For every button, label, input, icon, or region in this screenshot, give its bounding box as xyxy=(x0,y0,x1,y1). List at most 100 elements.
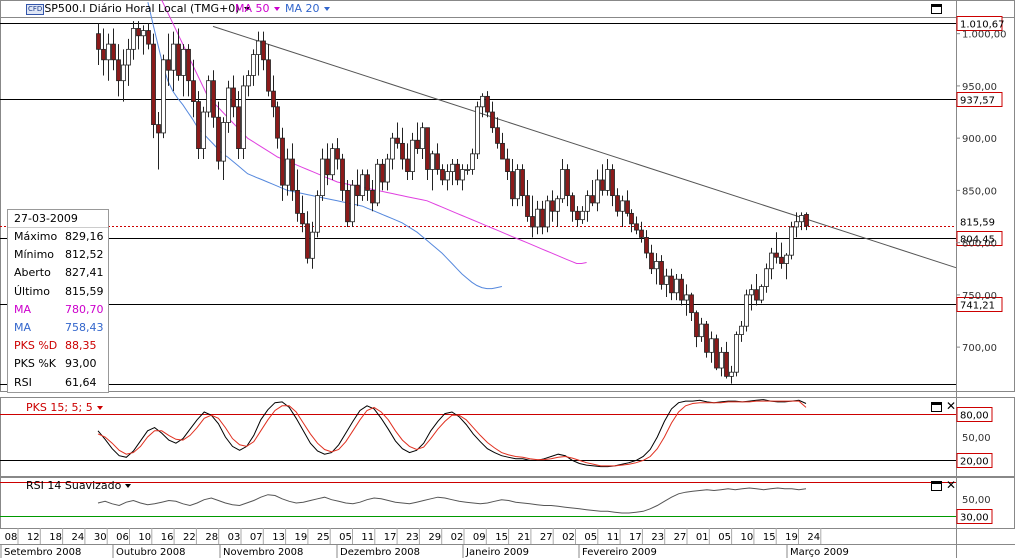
candle-body xyxy=(430,153,435,170)
maximize-rsi-panel-icon[interactable] xyxy=(931,481,942,491)
candle xyxy=(425,127,430,180)
candle xyxy=(206,75,211,118)
info-row: Mínimo 812,52 xyxy=(8,246,108,264)
candle-body xyxy=(171,43,176,71)
info-row-label: Aberto xyxy=(14,266,51,280)
candle xyxy=(580,206,585,224)
candle-body xyxy=(500,142,505,160)
candle-body xyxy=(390,137,395,160)
candle-body xyxy=(475,106,480,155)
pks-level-label: 20,00 xyxy=(960,457,989,468)
x-tick-label: 25 xyxy=(317,532,330,543)
candle xyxy=(415,122,420,154)
candle-body xyxy=(560,169,565,200)
candle xyxy=(545,195,550,233)
candle xyxy=(310,221,315,269)
info-row-label: RSI xyxy=(14,375,32,389)
info-row-label: Mínimo xyxy=(14,248,55,262)
candle-body xyxy=(201,111,206,150)
instrument-selector[interactable]: CFD SP500.I Diário Horal Local (TMG+0) xyxy=(26,2,250,16)
ma20-label: MA 20 xyxy=(285,2,320,15)
x-tick-label: 02 xyxy=(451,532,464,543)
y-tick-label: 950,00 xyxy=(962,82,997,93)
candle-body xyxy=(460,169,465,181)
candle xyxy=(694,310,699,348)
close-pks-panel-icon[interactable]: ✕ xyxy=(946,400,956,412)
candle-body xyxy=(320,158,325,197)
x-tick-label: 05 xyxy=(584,532,597,543)
ma20-selector[interactable]: MA 20 xyxy=(285,2,330,16)
candle xyxy=(460,164,465,191)
info-row: RSI 61,64 xyxy=(8,374,108,392)
candle-body xyxy=(734,334,739,373)
candle-body xyxy=(684,294,689,301)
candle-body xyxy=(689,294,694,314)
candle-body xyxy=(300,212,305,225)
x-tick-label: 24 xyxy=(807,532,820,543)
x-tick-label: 30 xyxy=(94,532,107,543)
x-tick-label: 19 xyxy=(295,532,308,543)
candle-body xyxy=(719,351,724,369)
candle-body xyxy=(400,142,405,160)
candle-body xyxy=(375,163,380,204)
candle xyxy=(450,159,455,186)
x-tick-label: 19 xyxy=(785,532,798,543)
candle-body xyxy=(330,148,335,176)
candle-body xyxy=(340,158,345,191)
maximize-price-panel-icon[interactable] xyxy=(931,4,942,14)
candle xyxy=(515,164,520,207)
x-tick-label: 27 xyxy=(674,532,687,543)
pks-selector[interactable]: PKS 15; 5; 5 xyxy=(26,401,103,414)
candle-body xyxy=(465,169,470,171)
candle xyxy=(395,122,400,149)
close-rsi-panel-icon[interactable]: ✕ xyxy=(946,479,956,491)
y-tick-label: 800,00 xyxy=(962,239,997,250)
x-tick-label: 09 xyxy=(473,532,486,543)
candle xyxy=(445,164,450,191)
candle xyxy=(275,101,280,149)
x-tick-label: 06 xyxy=(116,532,129,543)
candle-body xyxy=(639,229,644,238)
candle xyxy=(620,195,625,227)
candle xyxy=(141,25,146,55)
candle xyxy=(550,190,555,222)
candle xyxy=(659,255,664,290)
candle xyxy=(171,31,176,92)
candle-body xyxy=(261,40,266,61)
candle-body xyxy=(525,195,530,217)
x-tick-label: 15 xyxy=(763,532,776,543)
candle-body xyxy=(634,223,639,231)
maximize-pks-panel-icon[interactable] xyxy=(931,402,942,412)
stock-chart[interactable]: 1.010,67937,57804,45741,21815,5980,0020,… xyxy=(0,0,1015,558)
candle xyxy=(679,273,684,306)
candle-body xyxy=(271,90,276,108)
rsi-selector[interactable]: RSI 14 Suavizado xyxy=(26,479,132,492)
candle-body xyxy=(290,158,295,191)
rsi-y-tick-label: 50,00 xyxy=(962,495,991,506)
candle xyxy=(236,91,241,160)
candle-body xyxy=(510,171,515,200)
candle xyxy=(176,28,181,81)
candle-body xyxy=(540,208,545,228)
candles xyxy=(96,21,809,384)
candle xyxy=(410,132,415,180)
x-tick-label: 08 xyxy=(5,532,18,543)
candle xyxy=(764,263,769,293)
info-row-label: PKS %D xyxy=(14,339,58,353)
candle-body xyxy=(191,80,196,102)
candle xyxy=(699,317,704,342)
candle-body xyxy=(729,371,734,377)
candle-body xyxy=(644,237,649,254)
x-tick-label: 23 xyxy=(406,532,419,543)
candle xyxy=(161,54,166,139)
candle xyxy=(649,244,654,274)
candle xyxy=(350,179,355,227)
candle xyxy=(774,232,779,264)
candle-body xyxy=(121,64,126,82)
ma50-selector[interactable]: MA 50 xyxy=(235,2,280,16)
candle-body xyxy=(535,208,540,228)
cfd-badge: CFD xyxy=(26,3,45,15)
candle-body xyxy=(550,200,555,212)
candle xyxy=(246,70,251,97)
candle-body xyxy=(774,252,779,258)
